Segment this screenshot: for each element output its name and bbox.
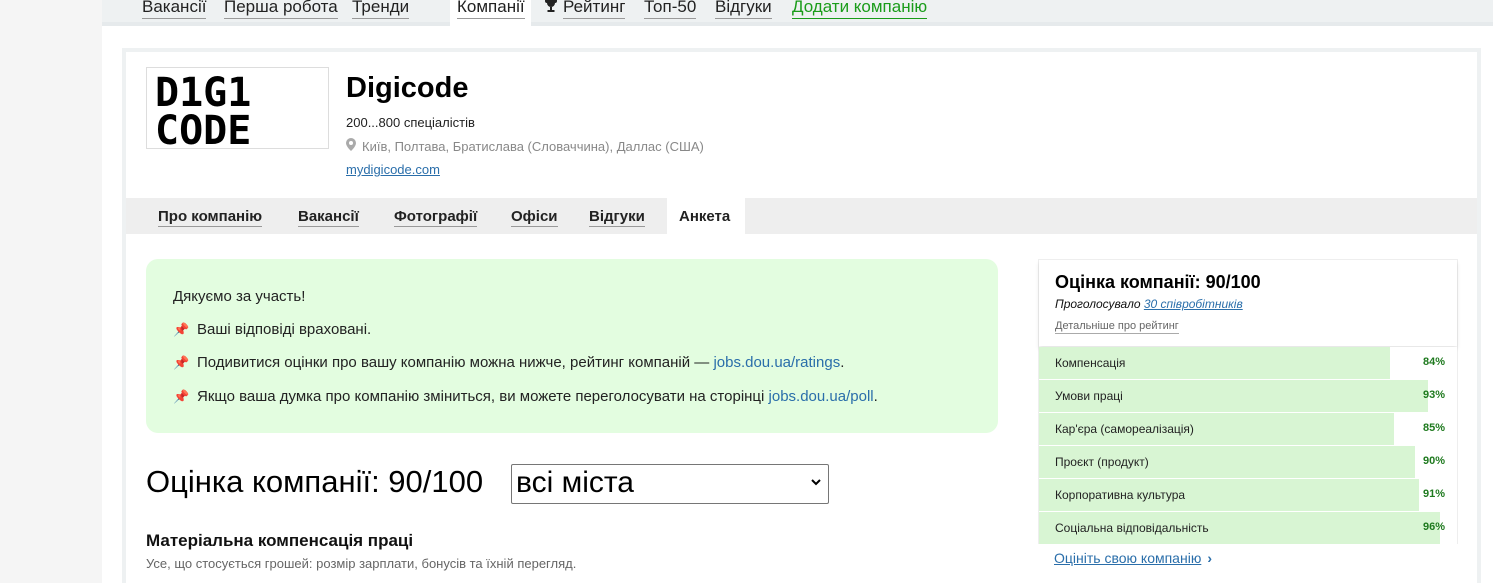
rate-company-link[interactable]: Оцініть свою компанію › bbox=[1054, 550, 1212, 566]
rating-bar-percent: 90% bbox=[1422, 455, 1445, 467]
rating-bar-row: Умови праці 93% bbox=[1039, 380, 1457, 412]
top-nav-companies[interactable]: Компанії bbox=[457, 0, 525, 19]
company-locations-text: Київ, Полтава, Братислава (Словаччина), … bbox=[362, 139, 704, 154]
thank-you-notice: Дякуємо за участь! 📌 Ваші відповіді врахо… bbox=[146, 259, 998, 433]
pushpin-icon: 📌 bbox=[173, 389, 190, 404]
company-frame: D1G1 CODE Digicode 200...800 спеціалісті… bbox=[122, 48, 1481, 583]
notice-line-1: 📌 Ваші відповіді враховані. bbox=[173, 321, 371, 338]
notice-line-1-text: Ваші відповіді враховані. bbox=[197, 321, 372, 338]
rating-bar-row: Соціальна відповідальність 96% bbox=[1039, 512, 1457, 544]
notice-line-3-end: . bbox=[873, 388, 878, 405]
subnav-reviews[interactable]: Відгуки bbox=[589, 208, 645, 227]
rating-bar-label: Компенсація bbox=[1055, 356, 1126, 370]
rating-bar-percent: 91% bbox=[1422, 488, 1445, 500]
company-header: D1G1 CODE Digicode 200...800 спеціалісті… bbox=[126, 52, 1477, 198]
company-subnav: Про компанію Вакансії Фотографії Офіси В… bbox=[126, 198, 1477, 234]
rating-sidebar: Оцінка компанії: 90/100 Проголосувало 30… bbox=[1038, 259, 1458, 544]
top-nav-top50[interactable]: Топ-50 bbox=[644, 0, 697, 19]
rating-bar-row: Кар'єра (самореалізація) 85% bbox=[1039, 413, 1457, 445]
pushpin-icon: 📌 bbox=[173, 322, 190, 337]
rating-bar-label: Корпоративна культура bbox=[1055, 488, 1186, 502]
left-gutter bbox=[0, 0, 102, 583]
compensation-section-subtitle: Усе, що стосується грошей: розмір зарпла… bbox=[146, 556, 577, 571]
rating-bar-row: Проєкт (продукт) 90% bbox=[1039, 446, 1457, 478]
page-content: Вакансії Перша робота Тренди Компанії Ре… bbox=[102, 0, 1493, 583]
subnav-poll[interactable]: Анкета bbox=[679, 208, 730, 226]
sidebar-votes-link[interactable]: 30 співробітників bbox=[1144, 297, 1243, 311]
notice-line-2-text: Подивитися оцінки про вашу компанію можн… bbox=[197, 354, 714, 371]
poll-link[interactable]: jobs.dou.ua/poll bbox=[769, 388, 874, 405]
company-size: 200...800 спеціалістів bbox=[346, 115, 475, 130]
rating-title: Оцінка компанії: 90/100 bbox=[146, 464, 484, 499]
top-navigation: Вакансії Перша робота Тренди Компанії Ре… bbox=[102, 0, 1493, 26]
chevron-right-icon: › bbox=[1207, 550, 1212, 566]
company-locations: Київ, Полтава, Братислава (Словаччина), … bbox=[346, 138, 704, 154]
notice-line-3: 📌 Якщо ваша думка про компанію зміниться,… bbox=[173, 388, 878, 405]
rate-company-link-text: Оцініть свою компанію bbox=[1054, 550, 1202, 566]
rating-bar-label: Проєкт (продукт) bbox=[1055, 455, 1149, 469]
sidebar-votes-prefix: Проголосувало bbox=[1055, 297, 1144, 311]
city-select-value: всі міста bbox=[516, 466, 634, 499]
map-pin-icon bbox=[346, 138, 357, 154]
subnav-photos[interactable]: Фотографії bbox=[394, 208, 478, 227]
top-nav-reviews[interactable]: Відгуки bbox=[715, 0, 772, 19]
rating-bar-row: Компенсація 84% bbox=[1039, 347, 1457, 379]
compensation-section-title: Матеріальна компенсація праці bbox=[146, 531, 414, 550]
top-nav-first-job[interactable]: Перша робота bbox=[224, 0, 338, 19]
logo-line-2: CODE bbox=[155, 108, 251, 148]
company-site-link[interactable]: mydigicode.com bbox=[346, 162, 440, 177]
rating-bar-row: Корпоративна культура 91% bbox=[1039, 479, 1457, 511]
sidebar-title: Оцінка компанії: 90/100 bbox=[1055, 272, 1261, 292]
notice-line-2: 📌 Подивитися оцінки про вашу компанію мож… bbox=[173, 354, 844, 371]
rating-bar-percent: 84% bbox=[1422, 356, 1445, 368]
rating-bar-percent: 96% bbox=[1422, 521, 1445, 533]
rating-bar-label: Умови праці bbox=[1055, 389, 1123, 403]
notice-thanks: Дякуємо за участь! bbox=[173, 288, 306, 305]
rating-bar-label: Соціальна відповідальність bbox=[1055, 521, 1209, 535]
top-nav-rating[interactable]: Рейтинг bbox=[563, 0, 626, 19]
subnav-about[interactable]: Про компанію bbox=[158, 208, 263, 227]
subnav-offices[interactable]: Офіси bbox=[511, 208, 558, 227]
ratings-link[interactable]: jobs.dou.ua/ratings bbox=[713, 354, 840, 371]
rating-bar-percent: 93% bbox=[1422, 389, 1445, 401]
sidebar-more-link[interactable]: Детальніше про рейтинг bbox=[1055, 320, 1179, 334]
city-select[interactable]: всі міста bbox=[511, 464, 829, 504]
notice-line-2-end: . bbox=[840, 354, 845, 371]
trophy-icon bbox=[544, 0, 558, 19]
pushpin-icon: 📌 bbox=[173, 355, 190, 370]
rating-bar-label: Кар'єра (самореалізація) bbox=[1055, 422, 1194, 436]
notice-line-3-text: Якщо ваша думка про компанію зміниться, … bbox=[197, 388, 769, 405]
chevron-down-icon bbox=[810, 465, 822, 514]
top-nav-trends[interactable]: Тренди bbox=[352, 0, 410, 19]
company-logo: D1G1 CODE bbox=[146, 67, 329, 149]
sidebar-votes: Проголосувало 30 співробітників bbox=[1055, 297, 1243, 311]
company-name: Digicode bbox=[346, 72, 469, 104]
sidebar-header: Оцінка компанії: 90/100 Проголосувало 30… bbox=[1039, 260, 1457, 346]
subnav-vacancies[interactable]: Вакансії bbox=[298, 208, 359, 227]
rating-bar-percent: 85% bbox=[1422, 422, 1445, 434]
top-nav-add-company[interactable]: Додати компанію bbox=[792, 0, 928, 19]
top-nav-vacancies[interactable]: Вакансії bbox=[142, 0, 207, 19]
